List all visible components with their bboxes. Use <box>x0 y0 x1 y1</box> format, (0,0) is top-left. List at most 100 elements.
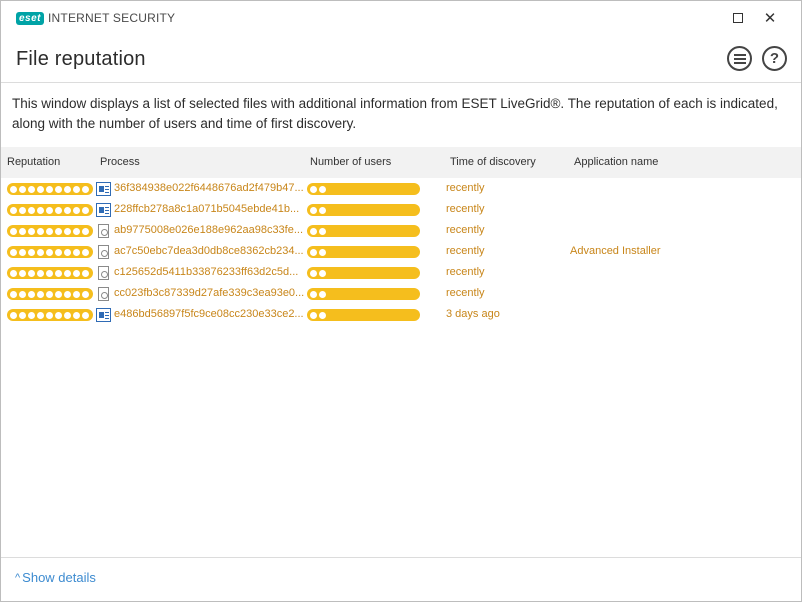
reputation-dot <box>19 227 26 235</box>
eset-badge: eset <box>16 11 45 25</box>
reputation-bar <box>7 288 93 300</box>
reputation-dot <box>55 248 62 256</box>
process-name: 228ffcb278a8c1a071b5045ebde41b... <box>114 203 300 215</box>
reputation-dot <box>64 290 71 298</box>
table-row[interactable]: ab9775008e026e188e962aa98c33fe... recentl… <box>1 221 801 242</box>
table-row[interactable]: ac7c50ebc7dea3d0db8ce8362cb234... recentl… <box>1 242 801 263</box>
users-dot <box>319 311 326 319</box>
list-view-button[interactable] <box>727 46 752 71</box>
reputation-dot <box>10 227 17 235</box>
reputation-dot <box>82 269 89 277</box>
table-row[interactable]: cc023fb3c87339d27afe339c3ea93e0... recent… <box>1 284 801 305</box>
eset-logo: eset INTERNET SECURITY <box>16 11 175 25</box>
reputation-dot <box>73 290 80 298</box>
reputation-dot <box>10 311 17 319</box>
help-button[interactable]: ? <box>762 46 787 71</box>
reputation-dot <box>64 248 71 256</box>
users-dot <box>310 290 317 298</box>
users-dot <box>319 290 326 298</box>
column-number-of-users[interactable]: Number of users <box>310 156 391 168</box>
reputation-dot <box>19 206 26 214</box>
reputation-dot <box>10 290 17 298</box>
users-bar <box>307 183 420 195</box>
reputation-dot <box>55 206 62 214</box>
file-reputation-window: eset INTERNET SECURITY ✕ File reputation… <box>0 0 802 602</box>
table-row[interactable]: e486bd56897f5fc9ce08cc230e33ce2... 3 days… <box>1 305 801 326</box>
reputation-dot <box>55 227 62 235</box>
product-name: INTERNET SECURITY <box>48 11 176 25</box>
reputation-dot <box>55 311 62 319</box>
close-icon: ✕ <box>763 10 777 27</box>
reputation-dot <box>10 248 17 256</box>
process-name: e486bd56897f5fc9ce08cc230e33ce2... <box>114 308 304 320</box>
reputation-bar <box>7 204 93 216</box>
reputation-dot <box>46 269 53 277</box>
reputation-dot <box>28 206 35 214</box>
process-name: ab9775008e026e188e962aa98c33fe... <box>114 224 304 236</box>
reputation-dot <box>46 248 53 256</box>
reputation-dot <box>55 185 62 193</box>
maximize-icon <box>733 13 743 23</box>
page-title: File reputation <box>16 48 146 70</box>
time-of-discovery: recently <box>446 203 485 215</box>
list-icon <box>733 53 746 64</box>
show-details-label: Show details <box>22 570 96 585</box>
table-row[interactable]: 36f384938e022f6448676ad2f479b47... recent… <box>1 179 801 200</box>
reputation-dot <box>19 185 26 193</box>
reputation-dot <box>82 248 89 256</box>
table-row[interactable]: 228ffcb278a8c1a071b5045ebde41b... recentl… <box>1 200 801 221</box>
file-icon <box>98 287 109 301</box>
reputation-bar <box>7 183 93 195</box>
reputation-dot <box>46 290 53 298</box>
users-bar <box>307 225 420 237</box>
users-dot <box>310 269 317 277</box>
reputation-dot <box>19 311 26 319</box>
reputation-dot <box>37 269 44 277</box>
reputation-dot <box>28 269 35 277</box>
users-dot <box>310 248 317 256</box>
column-time-of-discovery[interactable]: Time of discovery <box>450 156 536 168</box>
reputation-dot <box>64 269 71 277</box>
reputation-dot <box>82 290 89 298</box>
reputation-dot <box>28 290 35 298</box>
reputation-dot <box>46 185 53 193</box>
file-icon <box>98 224 109 238</box>
users-dot <box>319 185 326 193</box>
reputation-dot <box>37 248 44 256</box>
users-bar <box>307 204 420 216</box>
users-bar <box>307 288 420 300</box>
maximize-button[interactable] <box>723 5 753 31</box>
time-of-discovery: recently <box>446 245 485 257</box>
users-dot <box>310 227 317 235</box>
time-of-discovery: recently <box>446 266 485 278</box>
application-icon <box>96 203 111 217</box>
description-text: This window displays a list of selected … <box>12 96 778 131</box>
users-bar <box>307 267 420 279</box>
reputation-dot <box>64 311 71 319</box>
reputation-dot <box>73 269 80 277</box>
reputation-dot <box>64 185 71 193</box>
reputation-dot <box>73 206 80 214</box>
users-dot <box>310 311 317 319</box>
column-application-name[interactable]: Application name <box>574 156 658 168</box>
reputation-dot <box>28 227 35 235</box>
reputation-dot <box>64 206 71 214</box>
column-process[interactable]: Process <box>100 156 140 168</box>
reputation-dot <box>82 227 89 235</box>
show-details-link[interactable]: ^ Show details <box>15 570 96 585</box>
reputation-dot <box>19 290 26 298</box>
column-reputation[interactable]: Reputation <box>7 156 60 168</box>
table-header: Reputation Process Number of users Time … <box>1 147 801 178</box>
users-bar <box>307 246 420 258</box>
footer-divider <box>1 557 801 558</box>
reputation-dot <box>46 227 53 235</box>
table-row[interactable]: c125652d5411b33876233ff63d2c5d... recentl… <box>1 263 801 284</box>
reputation-dot <box>82 206 89 214</box>
users-dot <box>319 248 326 256</box>
process-name: c125652d5411b33876233ff63d2c5d... <box>114 266 299 278</box>
close-button[interactable]: ✕ <box>755 5 785 31</box>
application-icon <box>96 308 111 322</box>
reputation-dot <box>64 227 71 235</box>
title-bar: eset INTERNET SECURITY ✕ <box>1 1 801 35</box>
header-divider <box>1 82 801 83</box>
